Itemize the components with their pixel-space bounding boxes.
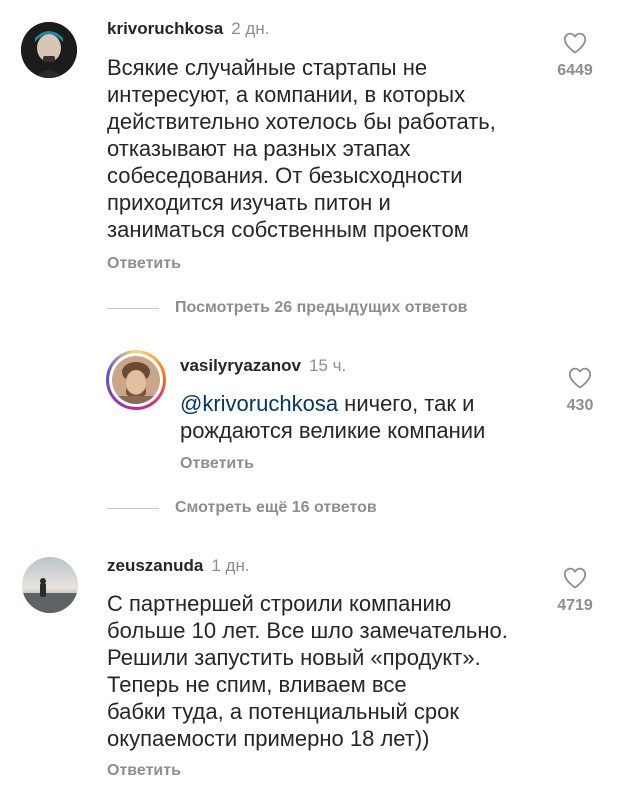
comment-text: С партнершей строили компанию больше 10 … [107,591,508,751]
avatar-photo-icon [112,356,160,404]
heart-icon [568,367,592,389]
heart-icon [563,567,587,589]
avatar [112,356,160,404]
avatar-photo-icon [21,22,77,78]
comment-meta: zeuszanuda 1 дн. [107,556,250,576]
avatar-story-ring[interactable] [106,350,166,410]
avatar-photo-icon [22,557,78,613]
view-previous-replies-label: Посмотреть 26 предыдущих ответов [175,299,468,316]
timestamp: 2 дн. [231,19,270,38]
avatar[interactable] [21,22,77,78]
username[interactable]: krivoruchkosa [107,19,223,38]
mention-link[interactable]: @krivoruchkosa [180,391,338,416]
reply-button[interactable]: Ответить [180,455,254,473]
like-button[interactable]: 430 [550,367,610,415]
reply-text: @krivoruchkosa ничего, так и рождаются в… [180,390,485,444]
reply-button[interactable]: Ответить [107,255,181,273]
view-previous-replies[interactable]: Посмотреть 26 предыдущих ответов [107,298,467,318]
like-count: 6449 [557,62,593,79]
view-more-replies[interactable]: Смотреть ещё 16 ответов [107,498,377,518]
avatar[interactable] [22,557,78,613]
timestamp: 15 ч. [308,356,347,375]
divider-line [107,307,159,309]
view-more-replies-label: Смотреть ещё 16 ответов [175,499,377,516]
divider-line [107,507,159,509]
comment-text: Всякие случайные стартапы не интересуют,… [107,55,496,242]
username[interactable]: vasilyryazanov [180,356,301,375]
reply-button[interactable]: Ответить [107,762,181,780]
like-button[interactable]: 4719 [545,567,605,615]
heart-icon [563,32,587,54]
username[interactable]: zeuszanuda [107,556,203,575]
comment-meta: krivoruchkosa 2 дн. [107,19,269,39]
timestamp: 1 дн. [211,556,250,575]
like-count: 4719 [557,597,593,614]
like-button[interactable]: 6449 [545,32,605,80]
reply-meta: vasilyryazanov 15 ч. [180,356,346,376]
like-count: 430 [566,397,594,414]
